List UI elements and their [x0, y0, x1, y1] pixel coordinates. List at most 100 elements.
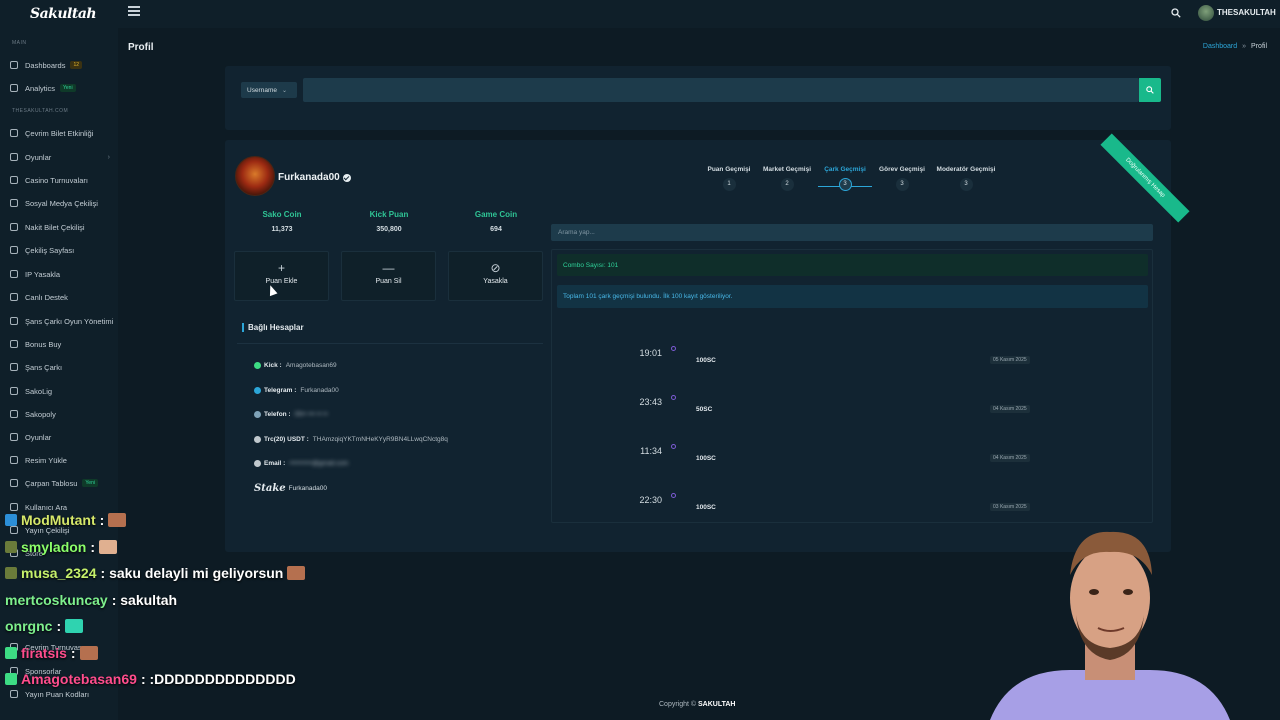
- analytics-icon: [10, 84, 18, 92]
- add-points-button[interactable]: + Puan Ekle: [234, 251, 329, 301]
- stat-value: 694: [490, 226, 502, 233]
- timeline-dot-icon: [671, 395, 676, 400]
- history-date: 04 Kasım 2025: [990, 405, 1030, 413]
- tab-moderator-gecmisi[interactable]: Moderatör Geçmişi 3: [926, 166, 1006, 191]
- brand-logo[interactable]: Sakultah: [30, 6, 97, 22]
- sidebar-item-casino-turnuvalari[interactable]: Casino Turnuvaları: [10, 173, 116, 187]
- ip-yasakla-icon: [10, 270, 18, 278]
- remove-points-label: Puan Sil: [375, 278, 402, 285]
- stat-game-coin: Game Coin 694: [451, 210, 541, 233]
- linked-telegram: Telegram : Furkanada00: [254, 387, 339, 394]
- oyunlar-icon: [10, 153, 18, 161]
- chat-message: ModMutant :: [5, 512, 127, 528]
- breadcrumb-dashboard-link[interactable]: Dashboard: [1203, 43, 1237, 50]
- top-bar: Sakultah THESAKULTAH: [0, 0, 1280, 28]
- casino-turnuvalari-icon: [10, 176, 18, 184]
- chat-username: firatsis: [21, 645, 67, 661]
- history-time: 19:01: [639, 348, 662, 358]
- sidebar-item-oyunlar[interactable]: Oyunlar ›: [10, 150, 116, 164]
- timeline-dot-icon: [671, 493, 676, 498]
- chevron-down-icon: ⌄: [281, 87, 288, 94]
- minus-icon: —: [382, 261, 395, 275]
- chat-username: onrgnc: [5, 618, 53, 634]
- sidebar-section-main: MAIN: [12, 40, 27, 46]
- page-title: Profil: [128, 42, 154, 53]
- sidebar-item-canli-destek[interactable]: Canlı Destek: [10, 290, 116, 304]
- tab-count: 3: [959, 178, 973, 191]
- remove-points-button[interactable]: — Puan Sil: [341, 251, 436, 301]
- timeline-dot-icon: [671, 444, 676, 449]
- linked-key: Telefon :: [264, 411, 291, 418]
- timeline-dot-icon: [671, 346, 676, 351]
- footer-brand[interactable]: SAKULTAH: [698, 701, 735, 708]
- history-time: 11:34: [640, 446, 662, 456]
- sidebar-item-cevrim-bilet-etkinligi[interactable]: Çevrim Bilet Etkinliği: [10, 126, 116, 140]
- combo-count-alert: Combo Sayısı: 101: [557, 254, 1148, 276]
- sidebar-item-nakit-bilet-cekilisi[interactable]: Nakit Bilet Çekilişi: [10, 220, 116, 234]
- stat-value: 11,373: [271, 226, 293, 233]
- sidebar-item-sans-carki-oyun-yonetimi[interactable]: Şans Çarkı Oyun Yönetimi: [10, 314, 116, 328]
- linked-key: Email :: [264, 460, 286, 467]
- sidebar-item-carpan-tablosu[interactable]: Çarpan Tablosu Yeni: [10, 476, 116, 490]
- sidebar-badge: 12: [70, 61, 83, 69]
- subscriber-badge-icon: [5, 673, 17, 685]
- chat-username: mertcoskuncay: [5, 592, 108, 608]
- sidebar-item-analytics[interactable]: Analytics Yeni: [10, 81, 116, 95]
- chat-message: mertcoskuncay : sakultah: [5, 592, 177, 608]
- sidebar-item-label: Sosyal Medya Çekilişi: [25, 198, 98, 208]
- linked-kick: Kick : Amagotebasan69: [254, 362, 337, 369]
- stat-label: Game Coin: [474, 210, 518, 219]
- chat-text: : :DDDDDDDDDDDDDD: [140, 671, 296, 687]
- sidebar-item-sakopoly[interactable]: Sakopoly: [10, 407, 116, 421]
- history-time: 22:30: [639, 495, 662, 505]
- stat-sako-coin: Sako Coin 11,373: [237, 210, 327, 233]
- user-name[interactable]: THESAKULTAH: [1217, 8, 1276, 17]
- chat-text: :: [99, 512, 105, 528]
- sidebar-item-dashboards[interactable]: Dashboards 12: [10, 58, 116, 72]
- sidebar-item-label: Çekiliş Sayfası: [25, 245, 75, 255]
- canli-destek-icon: [10, 293, 18, 301]
- search-type-label: Username: [247, 86, 277, 94]
- sidebar-badge: Yeni: [82, 479, 98, 487]
- sidebar-item-sosyal-medya-cekilisi[interactable]: Sosyal Medya Çekilişi: [10, 196, 116, 210]
- sakolig-icon: [10, 387, 18, 395]
- sidebar-item-label: Nakit Bilet Çekilişi: [25, 222, 85, 232]
- linked-phone: Telefon : 05•• ••• •• ••: [254, 411, 328, 418]
- sidebar-badge: Yeni: [60, 84, 76, 92]
- user-search-input[interactable]: [303, 78, 1139, 102]
- sidebar-item-label: Canlı Destek: [25, 292, 68, 302]
- ban-button[interactable]: ⊘ Yasakla: [448, 251, 543, 301]
- sidebar-item-label: Resim Yükle: [25, 455, 67, 465]
- history-date: 05 Kasım 2025: [990, 356, 1030, 364]
- sidebar-item-cekilis-sayfasi[interactable]: Çekiliş Sayfası: [10, 243, 116, 257]
- history-search-input[interactable]: [551, 224, 1153, 241]
- history-amount: 100SC: [696, 504, 716, 511]
- divider: [237, 343, 543, 344]
- history-amount: 100SC: [696, 455, 716, 462]
- chat-message: smyladon :: [5, 539, 118, 555]
- menu-toggle-icon[interactable]: [128, 6, 140, 16]
- subscriber-badge-icon: [5, 567, 17, 579]
- sidebar-item-oyunlar[interactable]: Oyunlar: [10, 430, 116, 444]
- search-type-select[interactable]: Username ⌄: [241, 82, 297, 98]
- footer-copyright: Copyright © SAKULTAH: [659, 701, 735, 708]
- sidebar-item-label: Şans Çarkı Oyun Yönetimi: [25, 316, 114, 326]
- sidebar-item-resim-yukle[interactable]: Resim Yükle: [10, 453, 116, 467]
- emote-icon: [79, 646, 98, 660]
- sidebar-item-sakolig[interactable]: SakoLig: [10, 384, 116, 398]
- oyunlar-icon: [10, 433, 18, 441]
- stat-value: 350,800: [376, 226, 402, 233]
- resim-yukle-icon: [10, 456, 18, 464]
- bonus-buy-icon: [10, 340, 18, 348]
- user-avatar[interactable]: [1198, 5, 1214, 21]
- sidebar-item-yayin-puan-kodlari[interactable]: Yayın Puan Kodları: [10, 687, 116, 701]
- search-icon[interactable]: [1171, 8, 1181, 18]
- sidebar-item-bonus-buy[interactable]: Bonus Buy: [10, 337, 116, 351]
- sans-carki-oyun-yonetimi-icon: [10, 317, 18, 325]
- dashboards-icon: [10, 61, 18, 69]
- sidebar-item-ip-yasakla[interactable]: IP Yasakla: [10, 267, 116, 281]
- search-button[interactable]: [1139, 78, 1161, 102]
- sidebar-item-sans-carki[interactable]: Şans Çarkı: [10, 360, 116, 374]
- search-icon: [1146, 86, 1154, 94]
- subscriber-badge-icon: [5, 647, 17, 659]
